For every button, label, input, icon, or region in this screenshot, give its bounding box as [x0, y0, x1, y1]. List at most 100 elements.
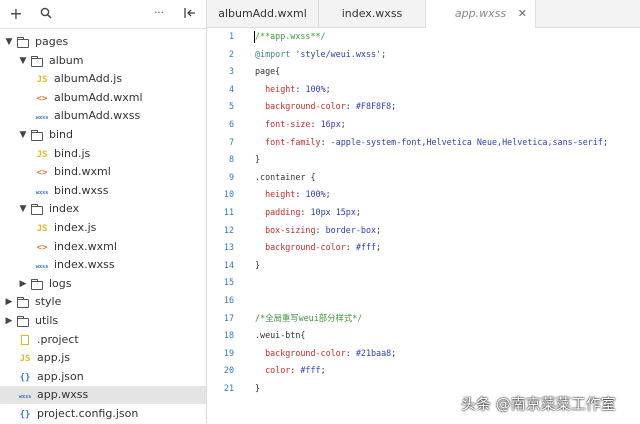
folder-icon: [15, 312, 31, 330]
code-token-selector: .container {: [255, 171, 316, 182]
tree-item-label: albumAdd.wxml: [54, 90, 143, 104]
tree-file[interactable]: JS bind.js: [0, 145, 206, 163]
line-number: 20: [223, 365, 234, 376]
line-number: 19: [223, 347, 234, 358]
code-token-punct: ;: [376, 242, 382, 253]
tree-folder-bind[interactable]: ▼ bind: [0, 126, 206, 144]
tab-app-wxss[interactable]: app.wxss ✕: [426, 0, 536, 28]
line-number: 4: [228, 83, 234, 94]
tab-albumadd-wxml[interactable]: albumAdd.wxml: [207, 0, 319, 27]
code-token-punct: ;: [355, 207, 361, 217]
code-token-punct: :: [295, 83, 306, 94]
tab-label: albumAdd.wxml: [218, 7, 307, 20]
code-token-value: #fff: [355, 242, 377, 253]
code-line: padding: 10px 15px;: [255, 204, 361, 222]
js-file-icon: JS: [36, 149, 48, 160]
line-number: 11: [223, 207, 234, 217]
tree-file[interactable]: wxss app.wxss: [0, 386, 206, 405]
code-token-property: height: [255, 83, 296, 94]
js-file-icon: JS: [36, 75, 48, 86]
code-token-property: box-sizing: [255, 224, 316, 235]
chevron-right-icon[interactable]: ▶: [4, 312, 14, 330]
tree-folder-album[interactable]: ▼ album: [0, 52, 206, 70]
line-number: 10: [223, 189, 234, 200]
tree-file[interactable]: JS app.js: [0, 349, 206, 367]
wxss-file-icon: wxss: [35, 264, 49, 271]
code-line: }: [255, 151, 260, 169]
chevron-down-icon[interactable]: ▼: [4, 33, 14, 51]
watermark: 头条 @南京菜菜工作室: [461, 395, 616, 413]
code-editor[interactable]: 1 2 3 4 5 6 7 8 9 10 11 12 13 14 15 16 17 18 19 20 21/**app.…: [207, 28, 640, 423]
code-line: }: [255, 257, 260, 275]
tree-item-label: style: [35, 295, 62, 309]
tree-item-label: index.wxml: [54, 239, 117, 253]
close-tab-icon[interactable]: ✕: [518, 0, 527, 27]
code-token-value: #F8F8F8: [355, 101, 392, 112]
line-number: 15: [223, 277, 234, 288]
collapse-panel-icon[interactable]: [181, 5, 197, 21]
code-token-selector: .weui-btn{: [255, 330, 306, 341]
chevron-down-icon[interactable]: ▼: [18, 126, 28, 144]
tree-folder-pages[interactable]: ▼ pages: [0, 33, 206, 51]
tree-item-label: .project: [37, 332, 79, 346]
line-number: 5: [228, 101, 234, 112]
tree-file[interactable]: <> albumAdd.wxml: [0, 89, 206, 107]
search-icon[interactable]: [38, 5, 54, 21]
chevron-down-icon[interactable]: ▼: [18, 52, 28, 70]
tree-file[interactable]: JS index.js: [0, 219, 206, 237]
code-line: color: #fff;: [255, 362, 326, 380]
code-token-punct: ;: [325, 83, 331, 94]
json-file-icon: {}: [19, 372, 31, 383]
tree-file[interactable]: <> index.wxml: [0, 238, 206, 256]
code-token-value: 100%: [305, 83, 326, 94]
code-line: height: 100%;: [255, 81, 331, 99]
tree-file[interactable]: wxss index.wxss: [0, 256, 206, 274]
editor-tab-bar: albumAdd.wxml index.wxss app.wxss ✕: [207, 0, 640, 28]
code-token-punct: :: [290, 365, 301, 376]
code-line: box-sizing: border-box;: [255, 222, 381, 240]
wxss-file-icon: wxss: [35, 189, 49, 196]
tree-file[interactable]: {} project.config.json: [0, 405, 206, 423]
code-token-punct: :: [345, 101, 356, 112]
tree-file[interactable]: wxss albumAdd.wxss: [0, 107, 206, 125]
chevron-right-icon[interactable]: ▶: [4, 293, 14, 311]
plus-icon[interactable]: +: [8, 4, 24, 23]
chevron-right-icon[interactable]: ▶: [18, 275, 28, 293]
line-number: 1: [228, 31, 234, 41]
tree-file[interactable]: wxss bind.wxss: [0, 182, 206, 200]
code-token-punct: ;: [602, 136, 608, 147]
code-token-punct: ;: [381, 48, 387, 59]
line-number: 13: [223, 242, 234, 253]
code-token-punct: :: [345, 242, 356, 253]
code-token-punct: ;: [340, 119, 346, 129]
code-token-punct: :: [315, 224, 326, 235]
line-number: 17: [223, 312, 234, 323]
folder-icon: [29, 275, 45, 293]
wxml-file-icon: <>: [36, 242, 48, 253]
tree-file[interactable]: .project: [0, 331, 206, 349]
tree-folder-index[interactable]: ▼ index: [0, 200, 206, 218]
tree-item-label: albumAdd.wxss: [54, 109, 141, 123]
line-number: 2: [228, 48, 234, 59]
code-token-keyword: @import: [255, 48, 291, 59]
code-token-punct: ;: [325, 189, 331, 200]
tree-file[interactable]: JS albumAdd.js: [0, 70, 206, 88]
code-token-punct: ;: [376, 224, 382, 235]
tree-file[interactable]: <> bind.wxml: [0, 163, 206, 181]
folder-icon: [29, 126, 45, 144]
tree-folder-logs[interactable]: ▶ logs: [0, 275, 206, 293]
js-file-icon: JS: [19, 354, 31, 365]
tree-folder-style[interactable]: ▶ style: [0, 293, 206, 311]
folder-icon: [15, 293, 31, 311]
more-icon[interactable]: ···: [151, 5, 167, 21]
tree-folder-utils[interactable]: ▶ utils: [0, 312, 206, 330]
code-token-value: 16px: [320, 119, 341, 129]
tree-item-label: project.config.json: [37, 407, 139, 420]
line-number: 16: [223, 295, 234, 305]
line-number: 6: [228, 119, 234, 129]
tree-file[interactable]: {} app.json: [0, 368, 206, 386]
chevron-down-icon[interactable]: ▼: [18, 200, 28, 218]
code-token-property: height: [255, 189, 296, 200]
code-token-selector: page{: [255, 66, 281, 77]
tab-index-wxss[interactable]: index.wxss: [319, 0, 426, 27]
